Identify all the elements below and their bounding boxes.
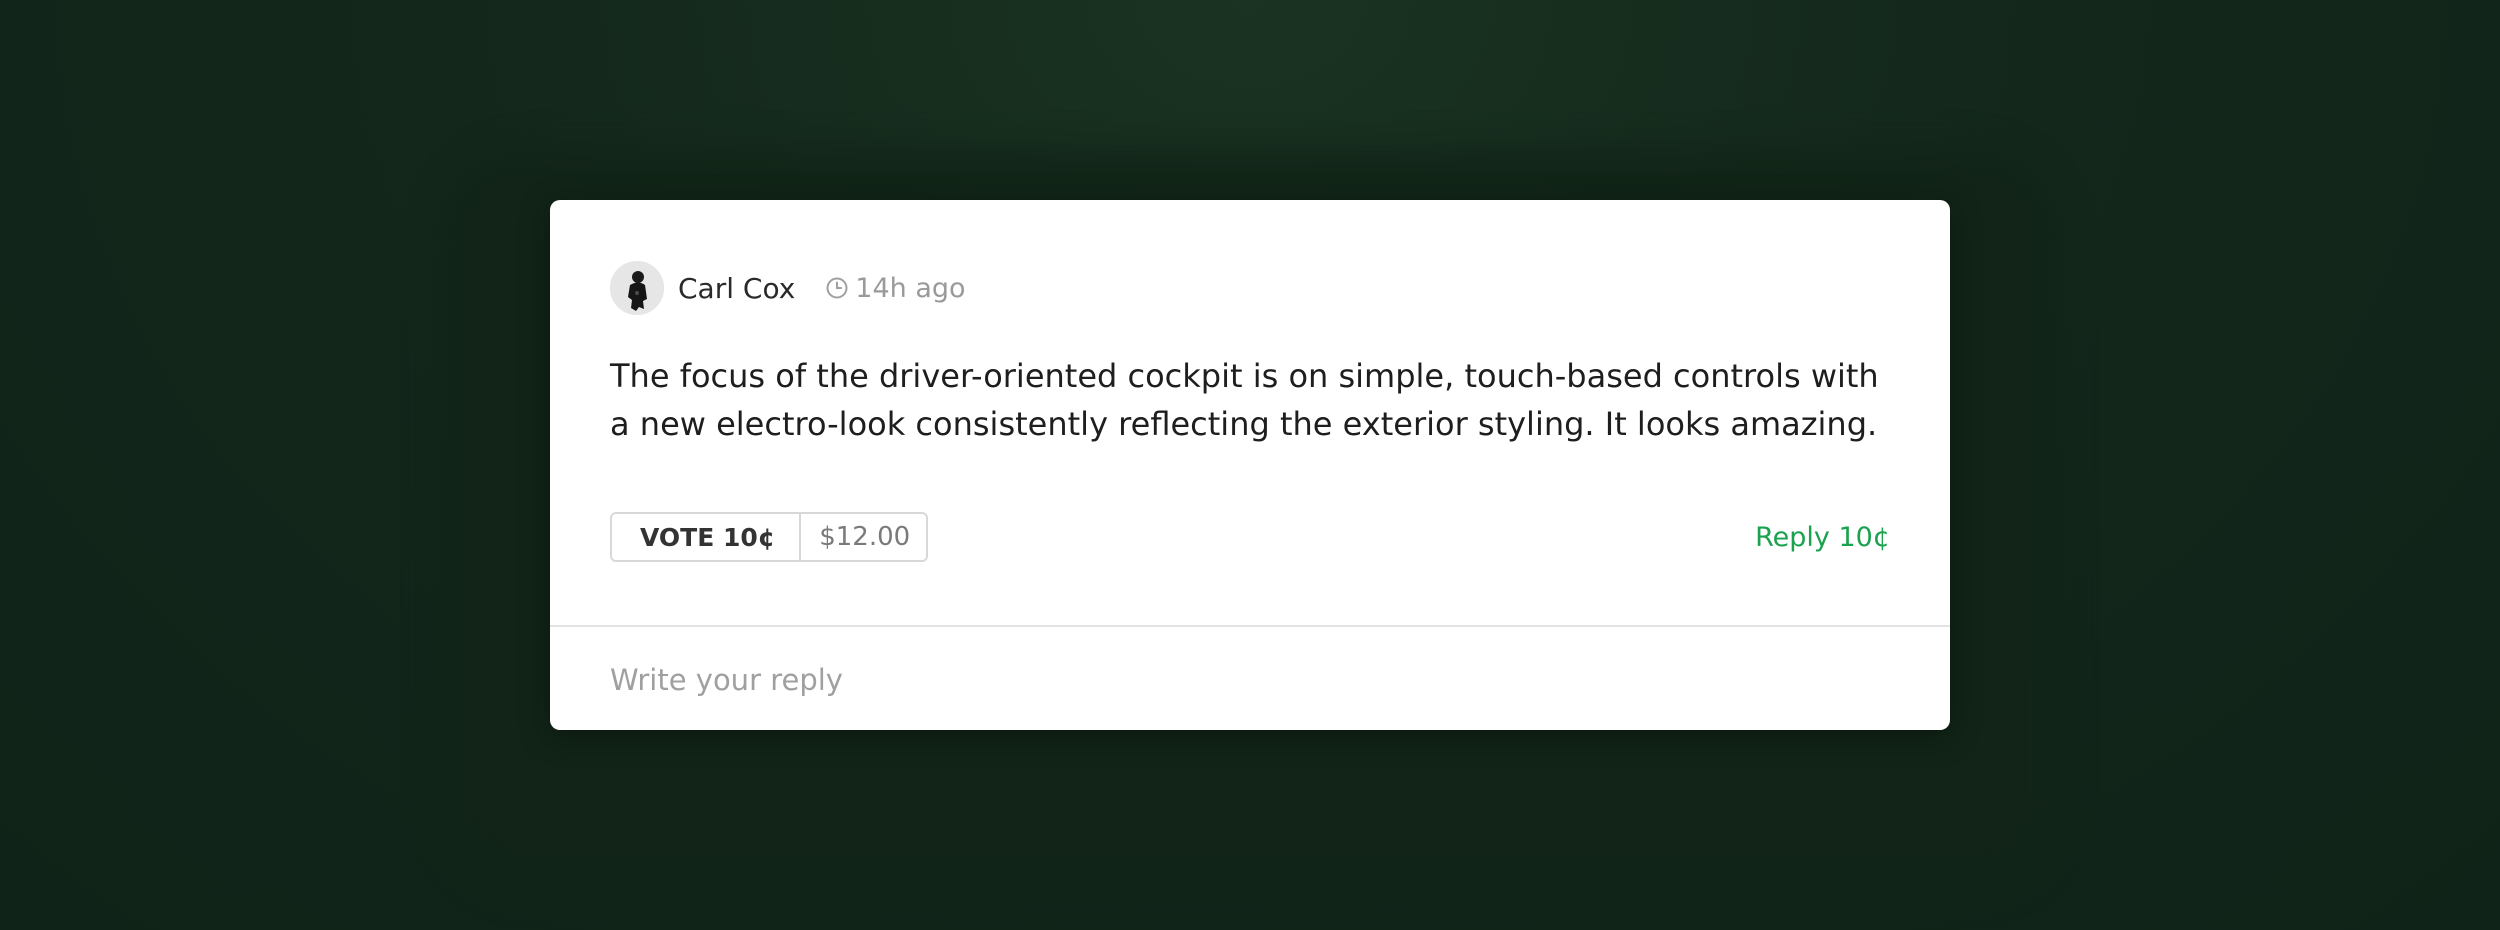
comment-header: Carl Cox 14h ago [610,260,966,316]
vote-control: VOTE 10¢ $12.00 [610,512,929,562]
vote-total: $12.00 [799,514,927,560]
avatar[interactable] [610,261,664,315]
author-name[interactable]: Carl Cox [678,272,795,305]
comment-card: Carl Cox 14h ago The focus of the driver… [550,200,1950,730]
user-avatar-icon [610,261,664,315]
clock-icon [826,277,848,299]
comment-body: Carl Cox 14h ago The focus of the driver… [550,200,1950,625]
divider [550,625,1950,627]
reply-input[interactable] [610,640,1890,720]
reply-link[interactable]: Reply 10¢ [1755,522,1890,553]
vote-button[interactable]: VOTE 10¢ [612,514,800,560]
timestamp: 14h ago [825,272,966,304]
comment-text: The focus of the driver-oriented cockpit… [610,357,1879,443]
timestamp-text: 14h ago [855,272,966,304]
